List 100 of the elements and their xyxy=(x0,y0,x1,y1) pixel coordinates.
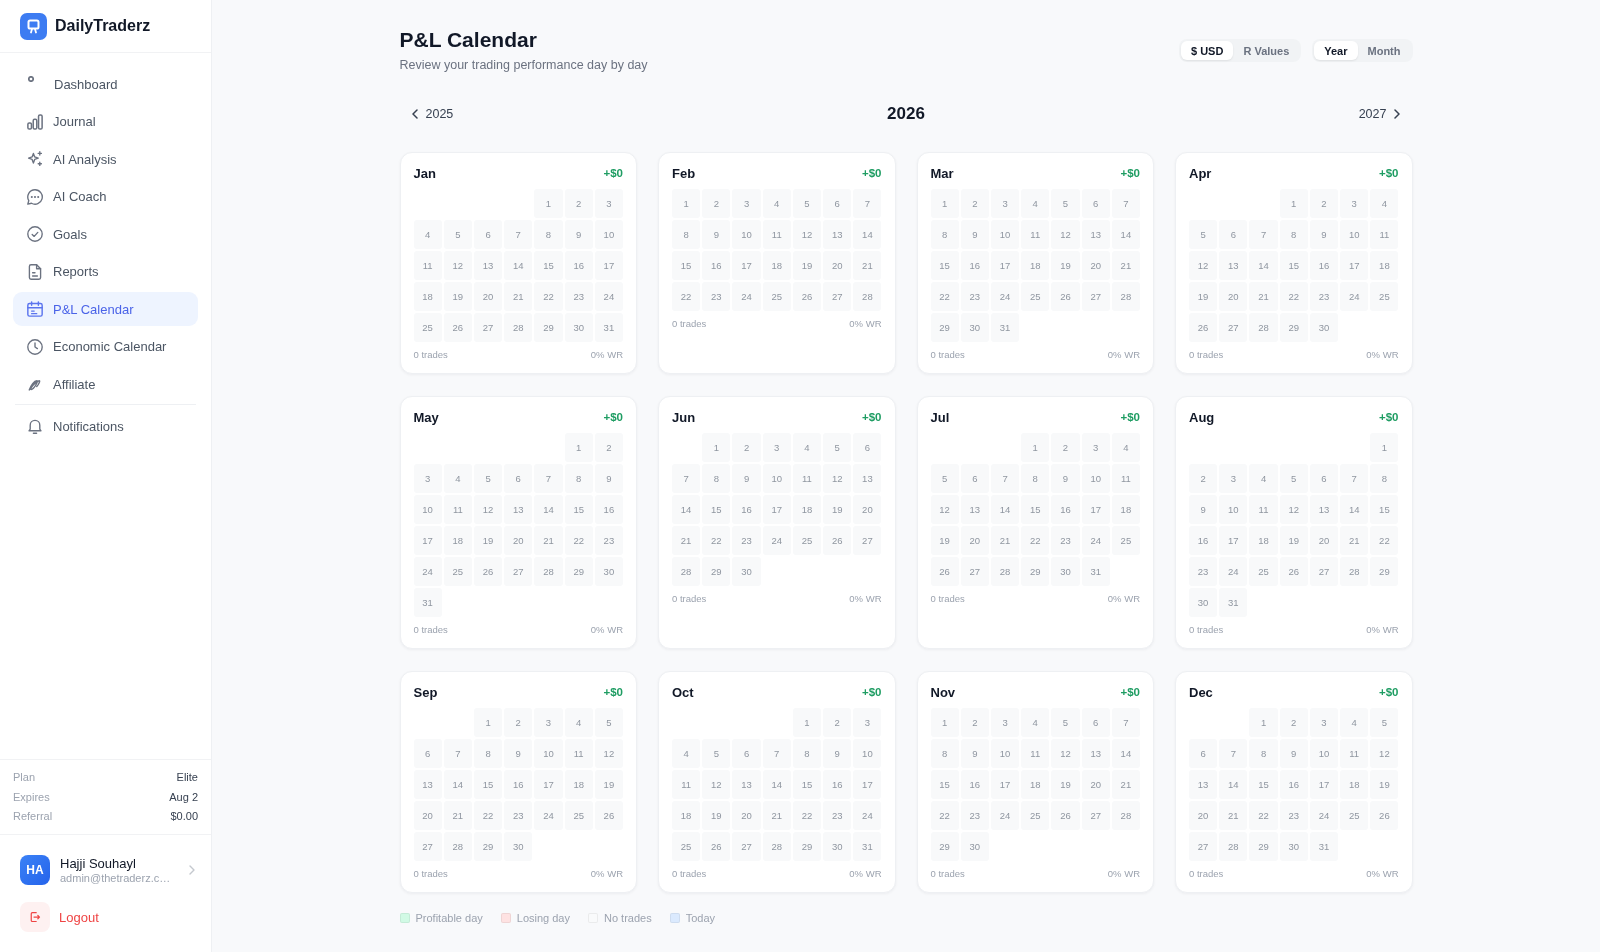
nav-item[interactable]: Goals xyxy=(13,217,198,251)
day-cell: 8 xyxy=(564,464,593,493)
logout-button[interactable]: Logout xyxy=(20,902,99,932)
day-cell: 16 xyxy=(564,251,593,280)
day-cell: 29 xyxy=(1370,557,1399,586)
day-cell: 4 xyxy=(672,739,701,768)
day-cell: 14 xyxy=(762,770,791,799)
day-cell: 28 xyxy=(1111,801,1140,830)
day-cell: 13 xyxy=(473,251,503,280)
day-cell: 26 xyxy=(1051,282,1080,311)
day-cell: 23 xyxy=(732,526,761,555)
nav-item[interactable]: Reports xyxy=(13,254,198,289)
day-cell: 27 xyxy=(413,832,442,861)
day-cell: 3 xyxy=(762,433,791,462)
day-cell: 20 xyxy=(1081,251,1110,280)
day-cell: 31 xyxy=(1081,557,1110,586)
nav-item[interactable]: Affiliate xyxy=(13,367,198,401)
day-cell: 13 xyxy=(504,495,533,524)
day-cell: 10 xyxy=(534,739,563,768)
nav-item[interactable]: Journal xyxy=(13,104,198,139)
chevron-right-icon[interactable] xyxy=(189,865,195,875)
day-cell: 14 xyxy=(1249,251,1278,280)
day-cell: 15 xyxy=(1370,495,1399,524)
day-cell: 5 xyxy=(1051,189,1080,218)
nav-item[interactable]: P&L Calendar xyxy=(13,292,198,326)
day-cell: 6 xyxy=(1189,739,1218,768)
day-cell: 6 xyxy=(1309,464,1339,493)
month-pnl: +$0 xyxy=(1379,686,1399,698)
day-cell: 8 xyxy=(930,220,959,249)
day-cell: 2 xyxy=(1309,189,1339,218)
day-cell: 21 xyxy=(1111,770,1140,799)
day-cell: 14 xyxy=(1111,220,1140,249)
win-rate: 0% WR xyxy=(849,593,882,604)
plan-value: Aug 2 xyxy=(169,790,198,803)
day-cell: 19 xyxy=(594,770,623,799)
day-cell: 3 xyxy=(534,708,563,737)
day-cell: 21 xyxy=(853,251,882,280)
day-cell: 9 xyxy=(564,220,593,249)
day-cell: 15 xyxy=(1249,770,1278,799)
day-cell: 26 xyxy=(1279,557,1308,586)
day-cell: 24 xyxy=(1081,526,1110,555)
day-cell: 14 xyxy=(534,495,563,524)
day-cell: 30 xyxy=(960,313,989,342)
legend-label: Today xyxy=(685,912,716,924)
day-cell: 10 xyxy=(1081,464,1110,493)
month-pnl: +$0 xyxy=(1379,411,1399,423)
toggle-option[interactable]: R Values xyxy=(1233,41,1300,60)
nav-item[interactable]: Dashboard xyxy=(13,67,198,101)
toggle-option[interactable]: Month xyxy=(1357,41,1411,60)
day-cell: 1 xyxy=(1279,189,1308,218)
chevron-left-icon xyxy=(411,109,418,119)
nav-item[interactable]: Notifications xyxy=(13,409,198,443)
plan-value: $0.00 xyxy=(170,810,198,823)
nav-item[interactable]: AI Coach xyxy=(13,179,198,214)
month-pnl: +$0 xyxy=(862,686,882,698)
legend-label: Losing day xyxy=(516,912,570,924)
day-cell: 21 xyxy=(1340,526,1369,555)
day-cell: 6 xyxy=(732,739,761,768)
day-cell: 20 xyxy=(413,801,442,830)
trade-count: 0 trades xyxy=(672,868,707,879)
day-cell: 26 xyxy=(1370,801,1399,830)
month-pnl: +$0 xyxy=(862,167,882,179)
win-rate: 0% WR xyxy=(849,318,882,329)
day-cell: 2 xyxy=(594,433,623,462)
day-cell: 29 xyxy=(1021,557,1050,586)
toggle-option[interactable]: Year xyxy=(1314,41,1358,60)
day-cell: 23 xyxy=(823,801,852,830)
day-cell: 11 xyxy=(1249,495,1278,524)
toggle-option[interactable]: $ USD xyxy=(1181,41,1234,60)
day-cell: 25 xyxy=(762,282,791,311)
day-cell: 1 xyxy=(792,708,822,737)
day-cell: 25 xyxy=(1340,801,1369,830)
day-cell: 23 xyxy=(564,282,593,311)
day-cell: 15 xyxy=(672,251,701,280)
day-cell: 14 xyxy=(443,770,472,799)
day-cell: 21 xyxy=(1249,282,1278,311)
day-cell: 17 xyxy=(1219,526,1248,555)
day-cell: 9 xyxy=(1279,739,1308,768)
day-cell: 31 xyxy=(413,588,442,617)
day-cell: 22 xyxy=(930,801,959,830)
nav-item[interactable]: Economic Calendar xyxy=(13,329,198,364)
day-cell: 15 xyxy=(1021,495,1050,524)
day-cell: 29 xyxy=(702,557,731,586)
day-cell: 12 xyxy=(443,251,472,280)
day-cell: 4 xyxy=(1340,708,1369,737)
day-cell: 19 xyxy=(443,282,472,311)
day-cell: 4 xyxy=(1021,708,1050,737)
day-cell: 9 xyxy=(504,739,533,768)
day-cell: 18 xyxy=(792,495,822,524)
day-cell: 24 xyxy=(594,282,623,311)
win-rate: 0% WR xyxy=(849,868,882,879)
day-cell: 18 xyxy=(1021,770,1050,799)
day-cell: 22 xyxy=(473,801,503,830)
day-cell: 22 xyxy=(1370,526,1399,555)
day-cell: 13 xyxy=(960,495,989,524)
day-cell: 1 xyxy=(1370,433,1399,462)
nav-item[interactable]: AI Analysis xyxy=(13,142,198,176)
previous-year-button[interactable]: 2025 xyxy=(411,107,454,121)
next-year-button[interactable]: 2027 xyxy=(1358,107,1401,121)
day-cell: 7 xyxy=(1111,708,1140,737)
